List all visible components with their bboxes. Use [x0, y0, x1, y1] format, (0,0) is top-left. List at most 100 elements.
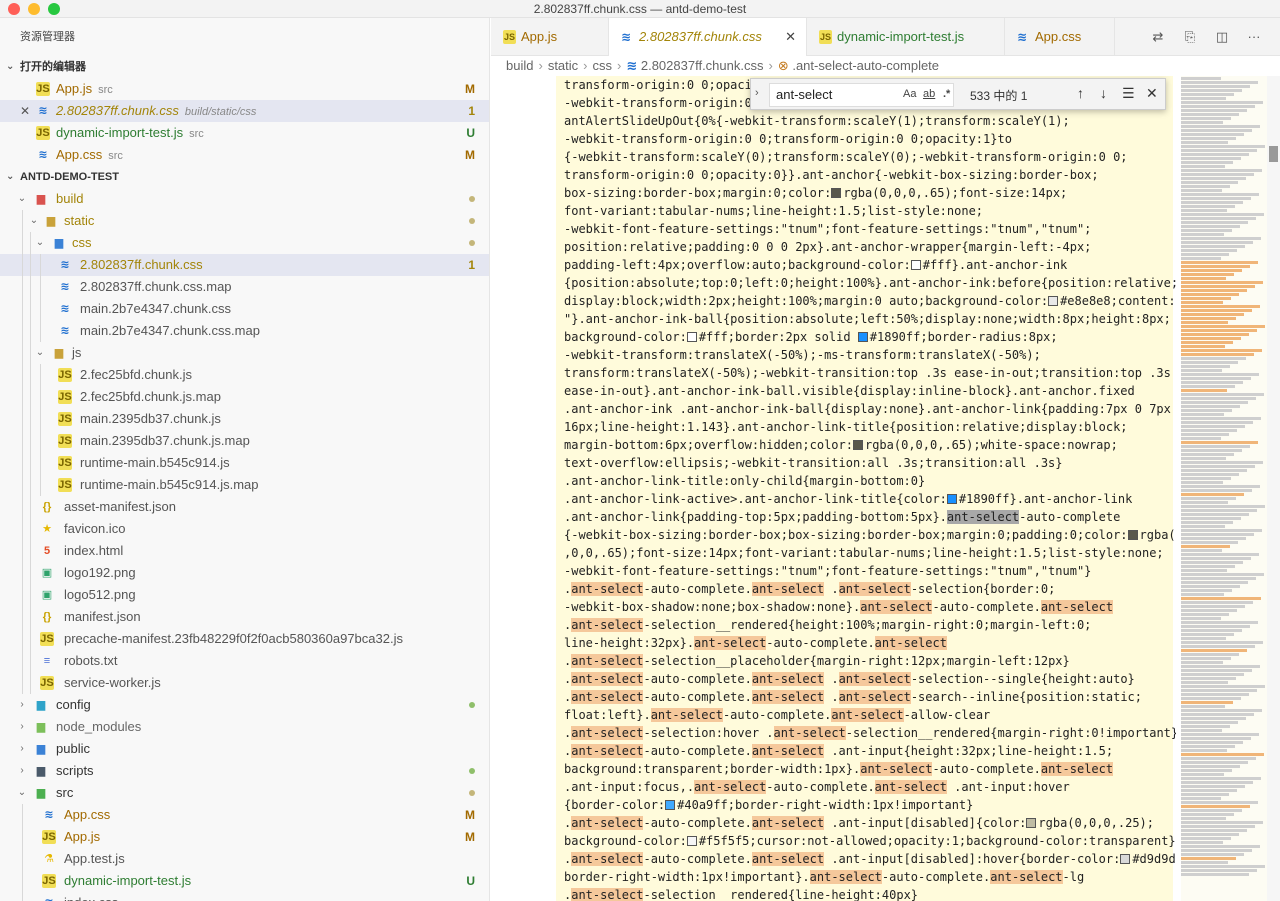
split-editor-icon[interactable]: ◫ — [1213, 28, 1231, 46]
open-editor-item[interactable]: ✕ ≋ 2.802837ff.chunk.css build/static/css… — [0, 100, 489, 122]
minimap-line — [1181, 449, 1242, 452]
code-content[interactable]: transform-origin:0 0;opacity:0}}@keyfram… — [564, 76, 1176, 901]
tree-folder-scripts[interactable]: › ▆ scripts — [0, 760, 489, 782]
problem-count-badge: 1 — [468, 104, 475, 118]
minimap-line — [1181, 137, 1236, 140]
tree-file[interactable]: ≡ robots.txt — [0, 650, 489, 672]
tree-folder-js[interactable]: ⌄ ▆ js — [0, 342, 489, 364]
minimap-line — [1181, 357, 1246, 360]
whole-word-toggle[interactable]: ab — [923, 88, 935, 100]
minimap-line — [1181, 625, 1250, 628]
minimap-line — [1181, 249, 1237, 252]
tree-file[interactable]: {} manifest.json — [0, 606, 489, 628]
close-icon[interactable]: ✕ — [20, 100, 30, 122]
tree-file[interactable]: JS runtime-main.b545c914.js.map — [0, 474, 489, 496]
minimap-line — [1181, 589, 1232, 592]
tree-file[interactable]: JS main.2395db37.chunk.js.map — [0, 430, 489, 452]
minimap-line — [1181, 173, 1254, 176]
tree-file[interactable]: ≋ 2.802837ff.chunk.css 1 — [0, 254, 489, 276]
tree-folder-node-modules[interactable]: › ▆ node_modules — [0, 716, 489, 738]
minimap-line — [1181, 777, 1261, 780]
tree-folder-build[interactable]: ⌄ ▆ build — [0, 188, 489, 210]
tree-file[interactable]: JS runtime-main.b545c914.js — [0, 452, 489, 474]
breadcrumb-item[interactable]: css — [593, 58, 613, 73]
match-case-toggle[interactable]: Aa — [903, 88, 916, 100]
tab-app-js[interactable]: JS App.js — [491, 18, 609, 56]
minimap-line — [1181, 413, 1224, 416]
tab-chunk-css[interactable]: ≋ 2.802837ff.chunk.css ✕ — [609, 18, 807, 56]
js-file-icon: JS — [42, 830, 56, 844]
scrollbar-thumb[interactable] — [1269, 146, 1278, 162]
open-editor-item[interactable]: JS App.js src M — [0, 78, 489, 100]
close-icon[interactable]: ✕ — [1146, 85, 1158, 102]
chevron-down-icon: ⌄ — [6, 61, 15, 72]
minimap-line — [1181, 721, 1238, 724]
minimap-line — [1181, 801, 1258, 804]
minimap-line — [1181, 841, 1223, 844]
open-changes-icon[interactable]: ⎘ — [1181, 28, 1199, 46]
tree-file[interactable]: ★ favicon.ico — [0, 518, 489, 540]
editor-tab-bar: JS App.js ≋ 2.802837ff.chunk.css ✕ JS dy… — [491, 18, 1280, 56]
git-status-badge: M — [465, 808, 475, 822]
tree-file[interactable]: JS service-worker.js — [0, 672, 489, 694]
minimap-line — [1181, 181, 1238, 184]
minimap-line — [1181, 141, 1228, 144]
tree-file[interactable]: 5 index.html — [0, 540, 489, 562]
minimap-line — [1181, 313, 1244, 316]
open-editor-item[interactable]: JS dynamic-import-test.js src U — [0, 122, 489, 144]
minimap-line — [1181, 849, 1252, 852]
breadcrumb-item[interactable]: 2.802837ff.chunk.css — [641, 58, 764, 73]
tree-file[interactable]: JS App.js M — [0, 826, 489, 848]
js-file-icon: JS — [819, 30, 833, 44]
tab-app-css[interactable]: ≋ App.css — [1005, 18, 1115, 56]
compare-changes-icon[interactable]: ⇄ — [1149, 28, 1167, 46]
tree-folder-css[interactable]: ⌄ ▆ css — [0, 232, 489, 254]
tree-file[interactable]: JS 2.fec25bfd.chunk.js — [0, 364, 489, 386]
breadcrumb-item[interactable]: build — [506, 58, 533, 73]
tree-file[interactable]: JS precache-manifest.23fb48229f0f2f0acb5… — [0, 628, 489, 650]
minimap-line — [1181, 437, 1221, 440]
minimap-line — [1181, 97, 1226, 100]
tab-dynamic-import-test[interactable]: JS dynamic-import-test.js — [807, 18, 1005, 56]
chevron-right-icon[interactable]: › — [755, 87, 759, 99]
css-file-icon: ≋ — [44, 809, 54, 821]
minimap-line — [1181, 453, 1234, 456]
tree-file[interactable]: JS main.2395db37.chunk.js — [0, 408, 489, 430]
tree-folder-config[interactable]: › ▆ config — [0, 694, 489, 716]
tree-folder-static[interactable]: ⌄ ▆ static — [0, 210, 489, 232]
breadcrumb-item[interactable]: static — [548, 58, 578, 73]
open-editor-item[interactable]: ≋ App.css src M — [0, 144, 489, 166]
minimap-line — [1181, 149, 1257, 152]
tree-file[interactable]: ▣ logo192.png — [0, 562, 489, 584]
close-tab-icon[interactable]: ✕ — [785, 18, 796, 56]
arrow-down-icon[interactable]: ↓ — [1100, 85, 1107, 101]
project-header[interactable]: ⌄ ANTD-DEMO-TEST — [0, 166, 489, 188]
git-status-badge: M — [465, 830, 475, 844]
tree-file[interactable]: ⚗ App.test.js — [0, 848, 489, 870]
tree-file[interactable]: ≋ index.css — [0, 892, 489, 901]
regex-toggle[interactable]: .* — [943, 88, 950, 100]
tree-file[interactable]: {} asset-manifest.json — [0, 496, 489, 518]
tree-file[interactable]: ≋ main.2b7e4347.chunk.css.map — [0, 320, 489, 342]
minimap-line — [1181, 701, 1233, 704]
open-editors-header[interactable]: ⌄ 打开的编辑器 — [0, 56, 489, 78]
more-actions-icon[interactable]: ··· — [1245, 28, 1263, 46]
tree-file[interactable]: JS dynamic-import-test.js U — [0, 870, 489, 892]
tree-file[interactable]: ≋ main.2b7e4347.chunk.css — [0, 298, 489, 320]
minimap-line — [1181, 197, 1251, 200]
vertical-scrollbar[interactable] — [1267, 76, 1280, 901]
breadcrumb-item[interactable]: .ant-select-auto-complete — [792, 58, 939, 73]
find-in-selection-icon[interactable]: ☰ — [1122, 85, 1135, 102]
tree-file[interactable]: JS 2.fec25bfd.chunk.js.map — [0, 386, 489, 408]
tree-file[interactable]: ≋ 2.802837ff.chunk.css.map — [0, 276, 489, 298]
tree-folder-public[interactable]: › ▆ public — [0, 738, 489, 760]
tree-file[interactable]: ▣ logo512.png — [0, 584, 489, 606]
code-editor[interactable]: transform-origin:0 0;opacity:0}}@keyfram… — [491, 76, 1280, 901]
arrow-up-icon[interactable]: ↑ — [1077, 85, 1084, 101]
folder-icon: ▆ — [36, 193, 46, 205]
js-file-icon: JS — [40, 632, 54, 646]
tree-file[interactable]: ≋ App.css M — [0, 804, 489, 826]
minimap[interactable] — [1181, 76, 1267, 901]
minimap-line — [1181, 585, 1240, 588]
tree-folder-src[interactable]: ⌄ ▆ src — [0, 782, 489, 804]
